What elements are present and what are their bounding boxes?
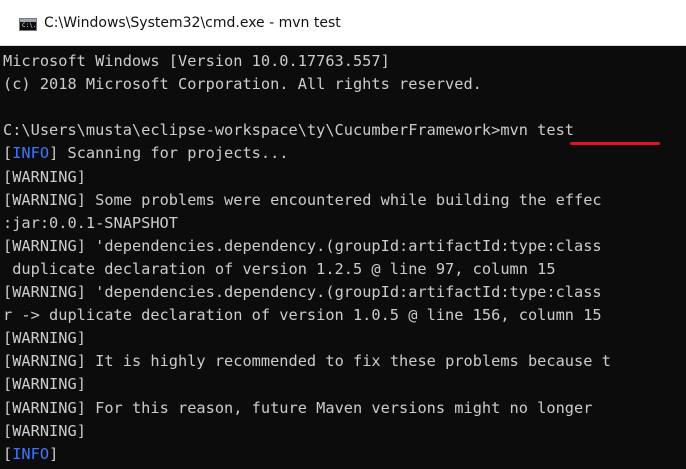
line-text: duplicate declaration of version 1.2.5 @…: [3, 259, 556, 278]
cmd-window: C:\. C:\Windows\System32\cmd.exe - mvn t…: [0, 0, 686, 469]
cmd-icon[interactable]: C:\.: [19, 18, 37, 31]
bracket-close: ]: [49, 144, 59, 163]
info-tag: INFO: [12, 144, 50, 163]
bracket-open: [: [3, 444, 13, 463]
console-line: (c) 2018 Microsoft Corporation. All righ…: [3, 73, 482, 96]
bracket-close: ]: [76, 283, 86, 301]
console-line: [WARNING] Some problems were encountered…: [3, 189, 602, 212]
info-tag: INFO: [12, 444, 50, 463]
console-line: [WARNING] 'dependencies.dependency.(grou…: [3, 235, 602, 258]
bracket-close: ]: [76, 190, 86, 209]
console-line: [WARNING]: [3, 166, 86, 189]
bracket-open: [: [3, 283, 13, 301]
line-text: Scanning for projects...: [58, 144, 289, 163]
line-text: Microsoft Windows [Version 10.0.17763.55…: [3, 52, 390, 70]
bracket-open: [: [3, 421, 13, 440]
console-line: [WARNING]: [3, 420, 86, 443]
bracket-open: [: [3, 329, 13, 348]
console-line: [WARNING] It is highly recommended to fi…: [3, 350, 611, 373]
bracket-open: [: [3, 398, 13, 417]
console-line: r -> duplicate declaration of version 1.…: [3, 304, 602, 327]
console-line: [WARNING]: [3, 373, 86, 396]
bracket-close: ]: [76, 352, 86, 371]
console-output[interactable]: Microsoft Windows [Version 10.0.17763.55…: [0, 46, 686, 469]
console-line: :jar:0.0.1-SNAPSHOT: [3, 212, 178, 235]
bracket-open: [: [3, 352, 13, 371]
title-bar[interactable]: C:\. C:\Windows\System32\cmd.exe - mvn t…: [0, 0, 686, 46]
command-prompt: C:\Users\musta\eclipse-workspace\ty\Cucu…: [3, 121, 501, 140]
bracket-open: [: [3, 375, 13, 394]
bracket-close: ]: [76, 167, 86, 186]
bracket-close: ]: [49, 444, 59, 463]
console-line: C:\Users\musta\eclipse-workspace\ty\Cucu…: [3, 119, 574, 142]
warning-tag: WARNING: [12, 375, 77, 394]
cmd-icon-glyph: C:\.: [22, 22, 37, 29]
bracket-close: ]: [76, 421, 86, 440]
bracket-close: ]: [76, 398, 86, 417]
console-line: [WARNING]: [3, 327, 86, 350]
typed-command: mvn test: [500, 121, 575, 140]
line-text: (c) 2018 Microsoft Corporation. All righ…: [3, 75, 482, 94]
line-text: Some problems were encountered while bui…: [85, 190, 602, 209]
warning-tag: WARNING: [12, 329, 77, 348]
line-text: For this reason, future Maven versions m…: [85, 398, 593, 417]
command-underline-annotation: [570, 142, 660, 145]
console-line: Microsoft Windows [Version 10.0.17763.55…: [3, 50, 390, 73]
bracket-open: [: [3, 144, 13, 163]
warning-tag: WARNING: [12, 190, 77, 209]
bracket-open: [: [3, 190, 13, 209]
line-text: r -> duplicate declaration of version 1.…: [3, 306, 602, 325]
bracket-close: ]: [76, 329, 86, 348]
bracket-open: [: [3, 167, 13, 186]
warning-tag: WARNING: [12, 283, 77, 301]
console-line: [INFO]: [3, 443, 58, 466]
bracket-close: ]: [76, 375, 86, 394]
console-line: [INFO] Scanning for projects...: [3, 142, 289, 165]
warning-tag: WARNING: [12, 398, 77, 417]
console-line: [WARNING] 'dependencies.dependency.(grou…: [3, 281, 602, 304]
warning-tag: WARNING: [12, 352, 77, 371]
line-text: It is highly recommended to fix these pr…: [85, 352, 611, 371]
warning-tag: WARNING: [12, 167, 77, 186]
line-text: 'dependencies.dependency.(groupId:artifa…: [85, 283, 602, 301]
bracket-open: [: [3, 236, 13, 255]
line-text: :jar:0.0.1-SNAPSHOT: [3, 213, 178, 232]
line-text: 'dependencies.dependency.(groupId:artifa…: [85, 236, 602, 255]
window-title: C:\Windows\System32\cmd.exe - mvn test: [44, 15, 341, 31]
console-line: duplicate declaration of version 1.2.5 @…: [3, 258, 556, 281]
warning-tag: WARNING: [12, 421, 77, 440]
console-line: [WARNING] For this reason, future Maven …: [3, 397, 592, 420]
bracket-close: ]: [76, 236, 86, 255]
warning-tag: WARNING: [12, 236, 77, 255]
